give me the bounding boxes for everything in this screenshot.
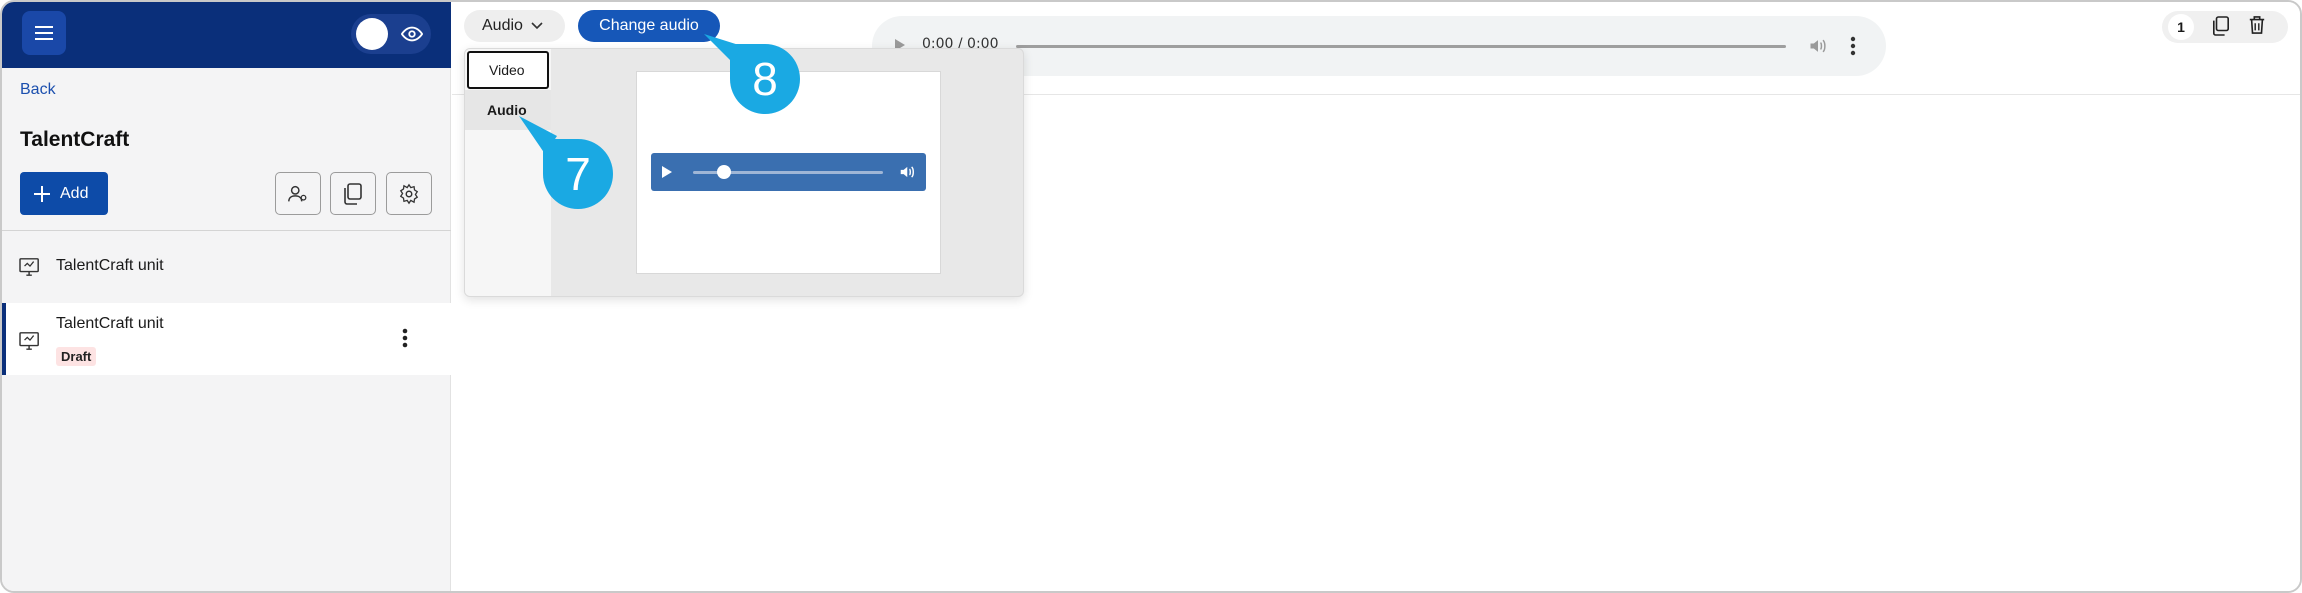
copy-icon xyxy=(344,182,362,205)
preview-toggle[interactable] xyxy=(351,14,431,54)
unit-label: TalentCraft unit xyxy=(56,257,164,274)
course-title: TalentCraft xyxy=(20,128,130,151)
draft-badge: Draft xyxy=(56,347,97,366)
block-number: 1 xyxy=(2168,14,2194,40)
unit-label: TalentCraft unit xyxy=(56,315,164,332)
toggle-knob xyxy=(356,18,388,50)
menu-button[interactable] xyxy=(22,11,66,55)
unit-icon xyxy=(19,332,39,350)
audio-player: 0:00 / 0:00 xyxy=(872,16,1886,76)
gear-icon xyxy=(399,183,419,204)
callout-8-pointer xyxy=(704,34,742,62)
unit-item[interactable]: TalentCraft unit xyxy=(2,231,451,303)
app-window: Back TalentCraft Add TalentCraft unit Ta… xyxy=(0,0,2302,593)
option-video[interactable]: Video xyxy=(467,51,549,89)
callout-7-pointer xyxy=(519,116,557,154)
add-button-label: Add xyxy=(60,184,89,202)
unit-icon xyxy=(19,258,39,276)
media-type-value: Audio xyxy=(482,17,523,34)
back-link[interactable]: Back xyxy=(20,81,56,99)
hamburger-icon xyxy=(35,26,53,40)
preview-audio-player xyxy=(651,153,926,191)
chevron-down-icon xyxy=(531,22,543,30)
duplicate-button[interactable] xyxy=(330,172,376,215)
preview-play-icon xyxy=(662,166,672,178)
change-audio-button[interactable]: Change audio xyxy=(578,10,720,42)
preview-progress-thumb xyxy=(717,165,731,179)
manage-users-button[interactable] xyxy=(275,172,321,215)
preview-volume-icon xyxy=(900,166,914,178)
user-settings-icon xyxy=(288,185,307,201)
media-type-options: Video Audio xyxy=(465,49,551,296)
media-type-select[interactable]: Audio xyxy=(464,10,565,42)
plus-icon xyxy=(34,185,50,202)
more-options-icon[interactable] xyxy=(402,328,408,348)
sidebar: Back TalentCraft Add TalentCraft unit Ta… xyxy=(2,2,451,591)
player-more-icon[interactable] xyxy=(1850,36,1856,56)
duplicate-block-icon[interactable] xyxy=(2212,16,2230,36)
settings-button[interactable] xyxy=(386,172,432,215)
volume-icon[interactable] xyxy=(1808,36,1828,56)
add-button[interactable]: Add xyxy=(20,172,108,215)
eye-icon xyxy=(401,26,423,42)
delete-block-icon[interactable] xyxy=(2248,15,2266,35)
sidebar-topbar xyxy=(2,2,451,68)
player-progress-track[interactable] xyxy=(1016,45,1786,48)
unit-item-selected[interactable]: TalentCraft unit Draft xyxy=(2,303,451,375)
